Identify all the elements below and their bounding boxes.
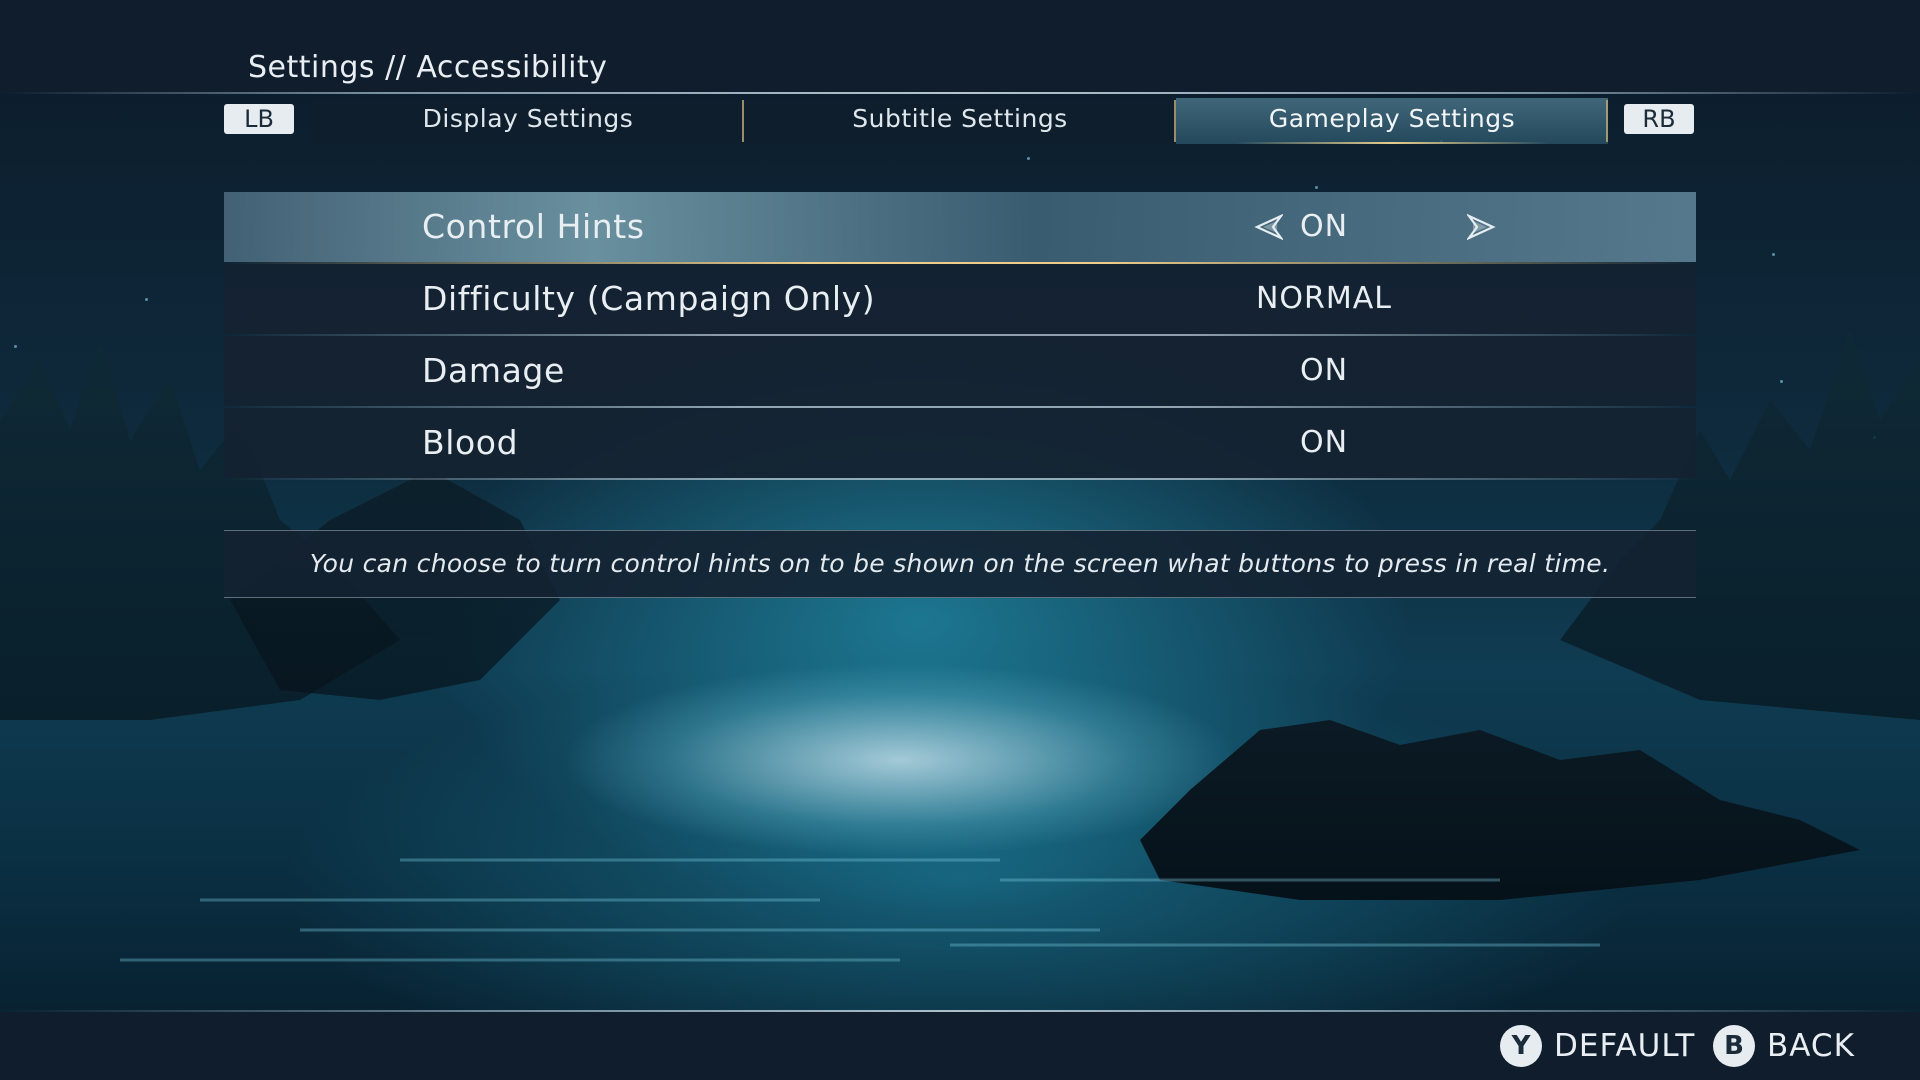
- row-divider: [224, 478, 1696, 480]
- tab-display-settings[interactable]: Display Settings: [312, 98, 744, 144]
- top-divider: [0, 92, 1920, 94]
- settings-tabs: Display Settings Subtitle Settings Gamep…: [312, 98, 1608, 144]
- arrow-right-icon[interactable]: [1467, 214, 1497, 240]
- setting-value: ON: [1299, 425, 1349, 460]
- setting-value: NORMAL: [1255, 281, 1393, 316]
- tab-gameplay-settings[interactable]: Gameplay Settings: [1176, 98, 1608, 144]
- tab-label: Gameplay Settings: [1268, 104, 1516, 133]
- setting-row-blood[interactable]: Blood ON: [224, 408, 1696, 480]
- settings-list: Control Hints ON Difficulty (Campaign On…: [224, 192, 1696, 480]
- setting-value: ON: [1299, 209, 1349, 244]
- setting-label: Difficulty (Campaign Only): [422, 279, 876, 318]
- rb-bumper-button[interactable]: RB: [1624, 104, 1694, 134]
- tab-separator: [1606, 100, 1608, 142]
- default-label: DEFAULT: [1554, 1028, 1696, 1064]
- setting-row-damage[interactable]: Damage ON: [224, 336, 1696, 408]
- setting-label: Blood: [422, 423, 519, 462]
- tab-label: Subtitle Settings: [852, 104, 1068, 133]
- setting-row-control-hints[interactable]: Control Hints ON: [224, 192, 1696, 264]
- y-button-icon: Y: [1500, 1025, 1542, 1067]
- setting-value: ON: [1299, 353, 1349, 388]
- setting-label: Damage: [422, 351, 565, 390]
- panel-border: [224, 530, 1696, 531]
- tab-label: Display Settings: [422, 104, 634, 133]
- panel-border: [224, 597, 1696, 598]
- tab-subtitle-settings[interactable]: Subtitle Settings: [744, 98, 1176, 144]
- back-prompt[interactable]: B BACK: [1713, 1024, 1855, 1068]
- default-prompt[interactable]: Y DEFAULT: [1500, 1024, 1695, 1068]
- setting-label: Control Hints: [422, 207, 645, 246]
- setting-description: You can choose to turn control hints on …: [309, 549, 1611, 578]
- page-title: Settings // Accessibility: [248, 50, 608, 85]
- b-button-icon: B: [1713, 1025, 1755, 1067]
- lb-bumper-button[interactable]: LB: [224, 104, 294, 134]
- setting-description-panel: You can choose to turn control hints on …: [224, 530, 1696, 598]
- back-label: BACK: [1767, 1028, 1855, 1064]
- setting-row-difficulty[interactable]: Difficulty (Campaign Only) NORMAL: [224, 264, 1696, 336]
